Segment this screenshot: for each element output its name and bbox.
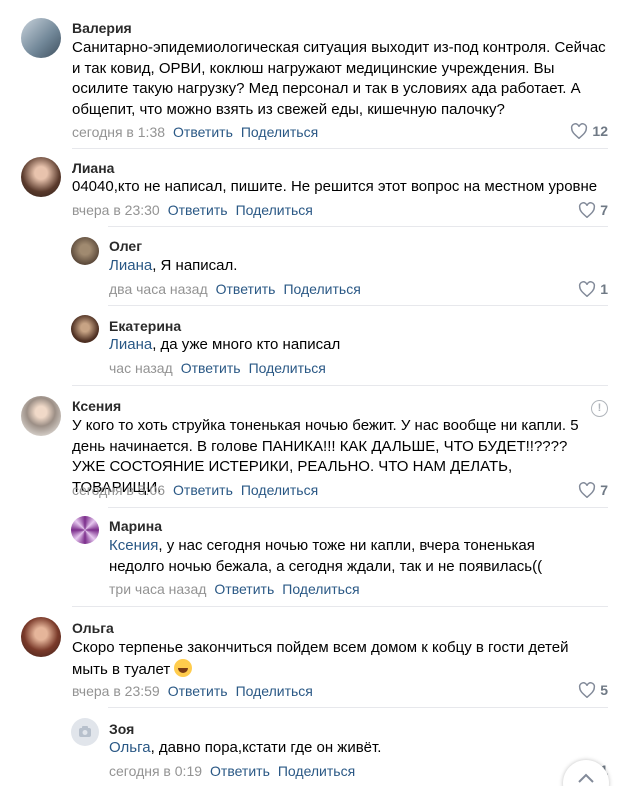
- comment-meta: сегодня в 1:38 Ответить Поделиться: [72, 124, 318, 140]
- reply-mention[interactable]: Лиана: [109, 336, 152, 353]
- share-button[interactable]: Поделиться: [283, 281, 360, 297]
- reply-meta: три часа назад Ответить Поделиться: [109, 581, 360, 597]
- reply-mention[interactable]: Ольга: [109, 739, 151, 756]
- avatar[interactable]: [21, 617, 61, 657]
- reply-time[interactable]: три часа назад: [109, 581, 206, 597]
- reply-text: Лиана, да уже много кто написал: [109, 336, 341, 353]
- share-button[interactable]: Поделиться: [241, 124, 318, 140]
- like-count: 7: [600, 482, 608, 498]
- heart-icon: [579, 202, 596, 218]
- reply-button[interactable]: Ответить: [173, 482, 233, 498]
- share-button[interactable]: Поделиться: [241, 482, 318, 498]
- heart-icon: [579, 281, 596, 297]
- reply-text: Лиана, Я написал.: [109, 257, 238, 274]
- reply-button[interactable]: Ответить: [181, 360, 241, 376]
- reply-time[interactable]: час назад: [109, 360, 173, 376]
- reply-text: Ксения, у нас сегодня ночью тоже ни капл…: [109, 537, 543, 575]
- share-button[interactable]: Поделиться: [236, 683, 313, 699]
- like-button[interactable]: 7: [578, 202, 608, 218]
- comment-time[interactable]: сегодня в 1:38: [72, 124, 165, 140]
- like-count: 7: [600, 202, 608, 218]
- reply-meta: два часа назад Ответить Поделиться: [109, 281, 361, 297]
- reply-author[interactable]: Екатерина: [109, 318, 181, 334]
- divider: [108, 226, 608, 227]
- avatar[interactable]: [71, 315, 99, 343]
- share-button[interactable]: Поделиться: [236, 202, 313, 218]
- reply-mention[interactable]: Ксения: [109, 537, 158, 554]
- avatar[interactable]: [21, 18, 61, 58]
- reply-author[interactable]: Олег: [109, 238, 142, 254]
- reply-meta: час назад Ответить Поделиться: [109, 360, 326, 376]
- comment-text: Скоро терпенье закончиться пойдем всем д…: [72, 639, 569, 678]
- comment-text: Санитарно-эпидемиологическая ситуация вы…: [72, 39, 606, 118]
- avatar[interactable]: [21, 396, 61, 436]
- avatar[interactable]: [71, 718, 99, 746]
- share-button[interactable]: Поделиться: [282, 581, 359, 597]
- comment-meta: вчера в 23:30 Ответить Поделиться: [72, 202, 313, 218]
- comment-meta: сегодня в 5:06 Ответить Поделиться: [72, 482, 318, 498]
- divider: [72, 606, 608, 607]
- chevron-up-icon: [578, 773, 594, 783]
- divider: [108, 507, 608, 508]
- like-button[interactable]: 12: [570, 123, 608, 139]
- report-icon[interactable]: !: [591, 400, 608, 417]
- divider: [72, 385, 608, 386]
- comment-time[interactable]: сегодня в 5:06: [72, 482, 165, 498]
- reply-meta: сегодня в 0:19 Ответить Поделиться: [109, 763, 355, 779]
- heart-icon: [579, 682, 596, 698]
- avatar[interactable]: [21, 157, 61, 197]
- comment-author[interactable]: Ольга: [72, 620, 114, 636]
- heart-icon: [579, 482, 596, 498]
- share-button[interactable]: Поделиться: [249, 360, 326, 376]
- comment-author[interactable]: Ксения: [72, 398, 121, 414]
- avatar[interactable]: [71, 237, 99, 265]
- comment-time[interactable]: вчера в 23:59: [72, 683, 160, 699]
- divider: [108, 305, 608, 306]
- reply-time[interactable]: сегодня в 0:19: [109, 763, 202, 779]
- comment-time[interactable]: вчера в 23:30: [72, 202, 160, 218]
- reply-button[interactable]: Ответить: [168, 683, 228, 699]
- reply-button[interactable]: Ответить: [168, 202, 228, 218]
- reply-mention[interactable]: Лиана: [109, 257, 152, 274]
- reply-author[interactable]: Зоя: [109, 721, 134, 737]
- like-button[interactable]: 1: [578, 281, 608, 297]
- reply-button[interactable]: Ответить: [214, 581, 274, 597]
- divider: [72, 148, 608, 149]
- like-count: 5: [600, 682, 608, 698]
- share-button[interactable]: Поделиться: [278, 763, 355, 779]
- avatar[interactable]: [71, 516, 99, 544]
- like-count: 1: [600, 281, 608, 297]
- heart-icon: [571, 123, 588, 139]
- comment-meta: вчера в 23:59 Ответить Поделиться: [72, 683, 313, 699]
- laughing-emoji-icon: [174, 658, 193, 677]
- reply-button[interactable]: Ответить: [173, 124, 233, 140]
- reply-text: Ольга, давно пора,кстати где он живёт.: [109, 739, 382, 756]
- comment-author[interactable]: Валерия: [72, 20, 132, 36]
- reply-button[interactable]: Ответить: [210, 763, 270, 779]
- divider: [108, 707, 608, 708]
- comment-text: 04040,кто не написал, пишите. Не решится…: [72, 178, 598, 195]
- reply-button[interactable]: Ответить: [216, 281, 276, 297]
- reply-author[interactable]: Марина: [109, 518, 162, 534]
- comment-author[interactable]: Лиана: [72, 160, 114, 176]
- camera-icon: [79, 726, 91, 737]
- like-count: 12: [592, 123, 608, 139]
- scroll-up-button[interactable]: [563, 760, 609, 786]
- like-button[interactable]: 7: [578, 482, 608, 498]
- like-button[interactable]: 5: [578, 682, 608, 698]
- reply-time[interactable]: два часа назад: [109, 281, 208, 297]
